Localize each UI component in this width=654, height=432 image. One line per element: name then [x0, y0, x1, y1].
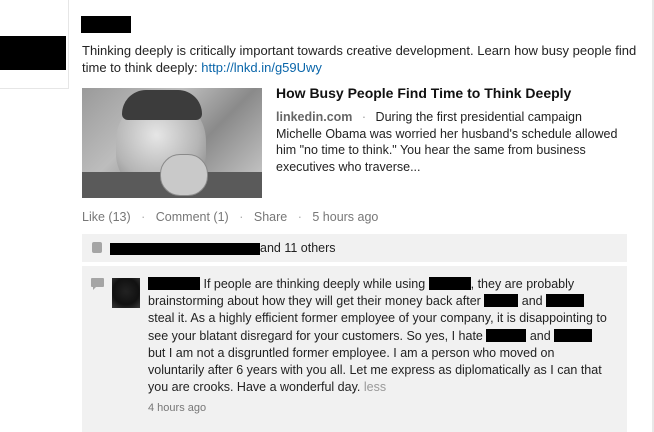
comment-text-part: and	[518, 294, 547, 309]
like-link[interactable]: Like (13)	[82, 210, 131, 224]
redacted-text	[546, 294, 585, 308]
post-actions: Like (13) · Comment (1) · Share · 5 hour…	[82, 210, 378, 224]
redacted-text	[428, 277, 471, 290]
less-link[interactable]: less	[364, 380, 386, 394]
comment-text-part: and	[526, 328, 555, 343]
redacted-avatar	[0, 36, 66, 70]
redacted-commenter-name	[148, 277, 200, 290]
redacted-text	[484, 294, 519, 308]
like-thumb-icon	[92, 242, 102, 253]
redacted-liker-names	[110, 243, 260, 255]
post-link[interactable]: http://lnkd.in/g59Uwy	[201, 60, 322, 75]
post-text-body: Thinking deeply is critically important …	[82, 43, 637, 75]
separator-dot: ·	[239, 210, 244, 224]
separator-dot: ·	[297, 210, 302, 224]
comment-timestamp: 4 hours ago	[148, 402, 207, 414]
comment-link[interactable]: Comment (1)	[156, 210, 229, 224]
separator-dot: ·	[141, 210, 146, 224]
comment-bubble-icon	[91, 278, 104, 290]
redacted-text	[554, 328, 593, 342]
article-thumbnail[interactable]	[82, 88, 262, 198]
likes-others[interactable]: and 11 others	[260, 241, 336, 255]
redacted-text	[486, 328, 527, 342]
comment-panel: If people are thinking deeply while usin…	[82, 266, 627, 432]
share-link[interactable]: Share	[254, 210, 287, 224]
article-title[interactable]: How Busy People Find Time to Think Deepl…	[276, 85, 571, 101]
thumbnail-hair	[122, 90, 202, 120]
comment-text: If people are thinking deeply while usin…	[148, 276, 608, 396]
article-preview: linkedin.com · During the first presiden…	[276, 109, 626, 175]
post-text: Thinking deeply is critically important …	[82, 42, 642, 76]
likes-panel: and 11 others	[82, 234, 627, 262]
thumbnail-hand	[160, 154, 208, 196]
comment-text-part: If people are thinking deeply while usin…	[200, 277, 429, 291]
commenter-avatar[interactable]	[112, 278, 140, 308]
post-timestamp: 5 hours ago	[312, 210, 379, 224]
article-domain: linkedin.com	[276, 110, 353, 124]
separator-dot: ·	[361, 110, 367, 124]
redacted-author-name	[81, 16, 131, 33]
